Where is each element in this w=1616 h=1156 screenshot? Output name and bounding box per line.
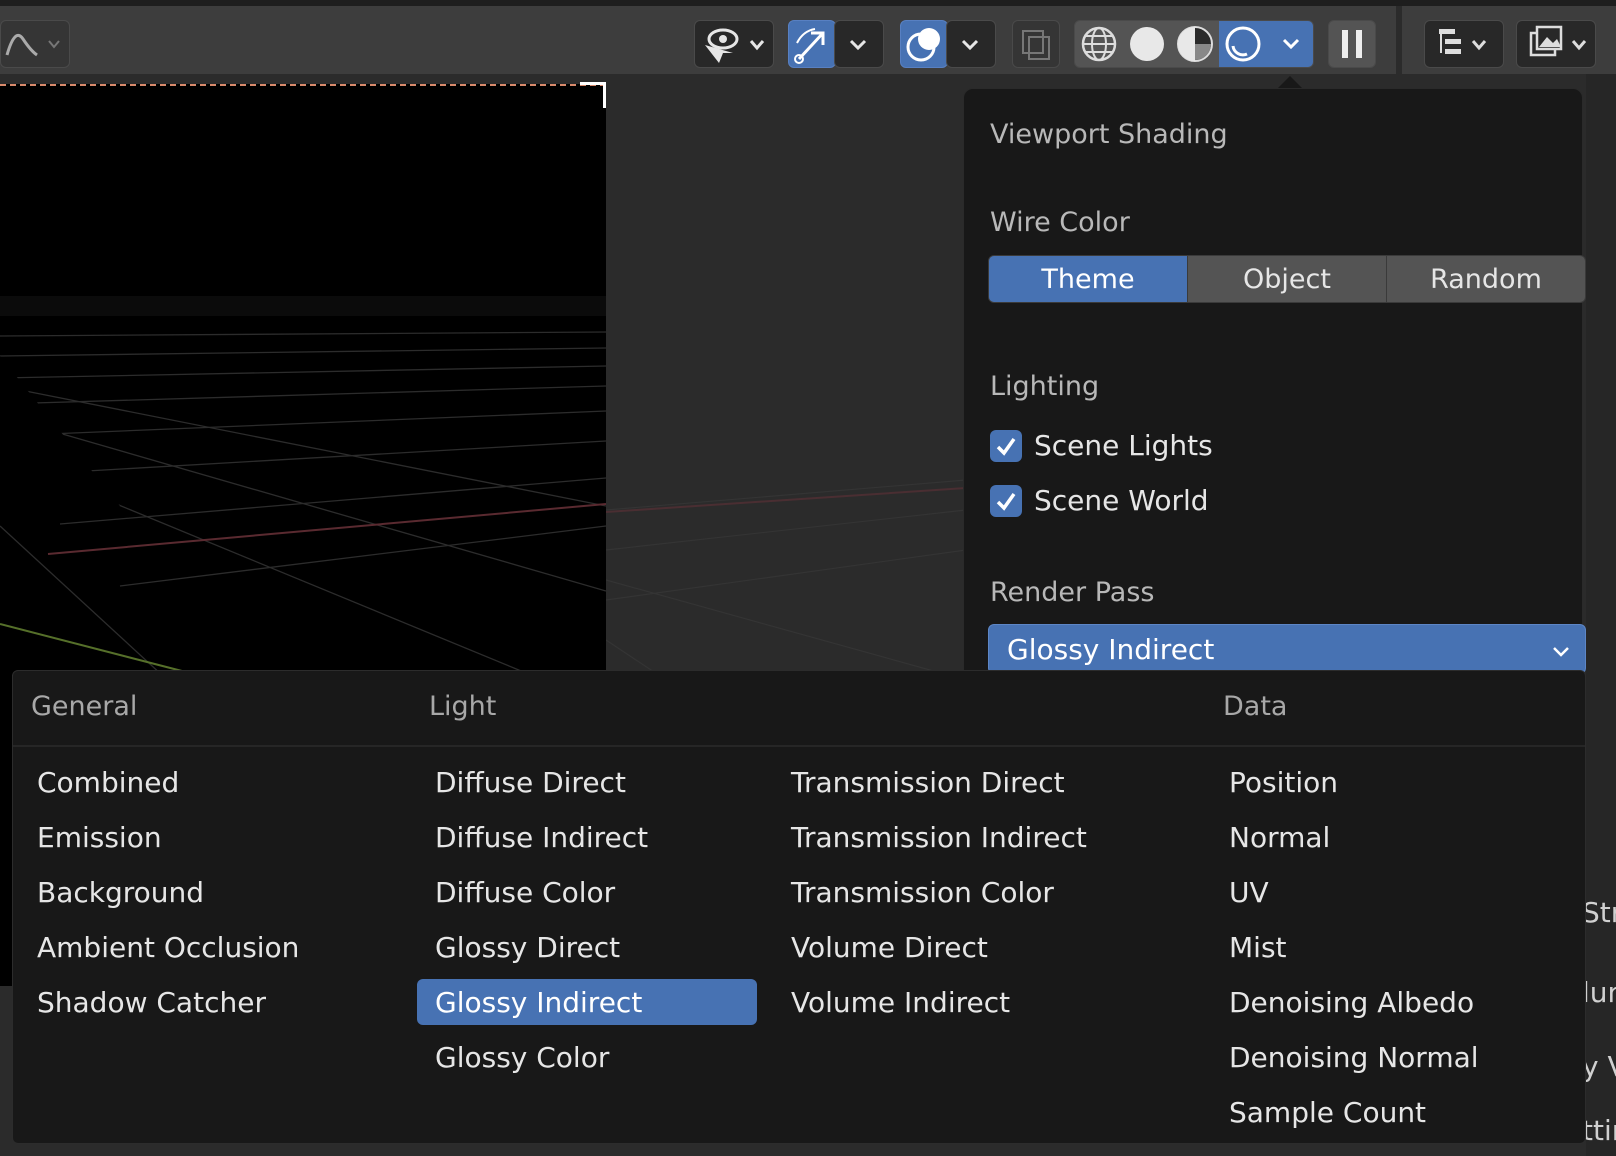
pass-ambient-occlusion[interactable]: Ambient Occlusion — [19, 924, 389, 970]
pass-emission[interactable]: Emission — [19, 814, 389, 860]
xray-icon — [1022, 30, 1050, 60]
viewport-header — [0, 0, 1616, 80]
gizmo-toggle[interactable] — [788, 20, 836, 68]
pass-background[interactable]: Background — [19, 869, 389, 915]
pause-icon — [1342, 30, 1362, 58]
popover-title: Viewport Shading — [990, 119, 1228, 150]
chevron-down-icon — [1282, 38, 1300, 50]
pass-position[interactable]: Position — [1211, 759, 1571, 805]
wire-color-object[interactable]: Object — [1188, 256, 1387, 302]
eye-icon — [705, 28, 765, 63]
chevron-down-icon — [1553, 647, 1569, 657]
overlay-menu[interactable] — [946, 20, 996, 68]
wireframe-shading-button[interactable] — [1075, 21, 1123, 67]
material-shading-icon — [1177, 26, 1213, 62]
overlay-toggle[interactable] — [900, 20, 948, 68]
menu-header-light: Light — [429, 691, 497, 722]
pass-volume-direct[interactable]: Volume Direct — [773, 924, 1193, 970]
shading-menu[interactable] — [1267, 21, 1313, 67]
solid-shading-button[interactable] — [1123, 21, 1171, 67]
checkmark-icon — [996, 437, 1016, 456]
material-shading-button[interactable] — [1171, 21, 1219, 67]
pass-uv[interactable]: UV — [1211, 869, 1571, 915]
pass-transmission-direct[interactable]: Transmission Direct — [773, 759, 1193, 805]
pass-sample-count[interactable]: Sample Count — [1211, 1089, 1571, 1135]
checkmark-icon — [996, 492, 1016, 511]
checkbox-box[interactable] — [990, 429, 1022, 462]
visibility-button[interactable] — [694, 20, 774, 68]
scene-lights-label: Scene Lights — [1034, 429, 1213, 462]
pass-combined[interactable]: Combined — [19, 759, 389, 805]
shading-modes — [1074, 20, 1314, 68]
rendered-shading-button[interactable] — [1219, 21, 1267, 67]
scene-world-checkbox[interactable]: Scene World — [990, 484, 1209, 517]
pass-shadow-catcher[interactable]: Shadow Catcher — [19, 979, 389, 1025]
scene-lights-checkbox[interactable]: Scene Lights — [990, 429, 1213, 462]
render-pass-label: Render Pass — [990, 577, 1155, 608]
scene-world-label: Scene World — [1034, 484, 1209, 517]
wire-color-random[interactable]: Random — [1387, 256, 1585, 302]
wire-color-label: Wire Color — [990, 207, 1130, 238]
pass-transmission-color[interactable]: Transmission Color — [773, 869, 1193, 915]
pass-denoising-normal[interactable]: Denoising Normal — [1211, 1034, 1571, 1080]
wireframe-shading-icon — [1081, 26, 1117, 62]
pass-diffuse-indirect[interactable]: Diffuse Indirect — [417, 814, 757, 860]
sidebar-fragment: y V — [1582, 1050, 1616, 1083]
wire-color-theme[interactable]: Theme — [989, 256, 1188, 302]
image-editor-button[interactable] — [1516, 20, 1596, 68]
sidebar-fragment: Stre — [1582, 896, 1616, 929]
gizmo-icon — [794, 28, 825, 64]
pass-glossy-direct[interactable]: Glossy Direct — [417, 924, 757, 970]
menu-header-general: General — [31, 691, 138, 722]
menu-divider — [13, 745, 1585, 747]
render-pass-value: Glossy Indirect — [1007, 632, 1215, 666]
lighting-label: Lighting — [990, 371, 1100, 402]
render-pass-dropdown[interactable]: Glossy Indirect — [988, 624, 1586, 674]
pass-diffuse-direct[interactable]: Diffuse Direct — [417, 759, 757, 805]
wire-color-selector: Theme Object Random — [988, 255, 1586, 303]
outliner-icon — [1439, 29, 1487, 54]
sidebar-fragment: ttir — [1582, 1114, 1616, 1147]
pause-button[interactable] — [1328, 20, 1376, 68]
graph-icon — [5, 34, 60, 57]
camera-frame-corner — [580, 82, 606, 108]
graph-editor-button[interactable] — [0, 20, 70, 68]
pass-glossy-color[interactable]: Glossy Color — [417, 1034, 757, 1080]
pass-glossy-indirect[interactable]: Glossy Indirect — [417, 979, 757, 1025]
pass-denoising-albedo[interactable]: Denoising Albedo — [1211, 979, 1571, 1025]
solid-shading-icon — [1130, 27, 1164, 61]
outliner-filter-button[interactable] — [1424, 20, 1504, 68]
chevron-down-icon — [961, 39, 979, 51]
pass-normal[interactable]: Normal — [1211, 814, 1571, 860]
chevron-down-icon — [849, 39, 867, 51]
render-pass-menu: General Light Data Combined Emission Bac… — [12, 670, 1586, 1144]
overlay-icon — [906, 28, 940, 62]
sidebar-fragment: lum — [1582, 976, 1616, 1009]
pass-volume-indirect[interactable]: Volume Indirect — [773, 979, 1193, 1025]
pass-mist[interactable]: Mist — [1211, 924, 1571, 970]
area-divider — [1396, 6, 1402, 80]
image-icon — [1529, 25, 1587, 57]
xray-toggle[interactable] — [1012, 20, 1060, 68]
gizmo-menu[interactable] — [834, 20, 884, 68]
menu-header-data: Data — [1223, 691, 1288, 722]
pass-diffuse-color[interactable]: Diffuse Color — [417, 869, 757, 915]
rendered-shading-icon — [1225, 26, 1261, 62]
pass-transmission-indirect[interactable]: Transmission Indirect — [773, 814, 1193, 860]
checkbox-box[interactable] — [990, 484, 1022, 517]
